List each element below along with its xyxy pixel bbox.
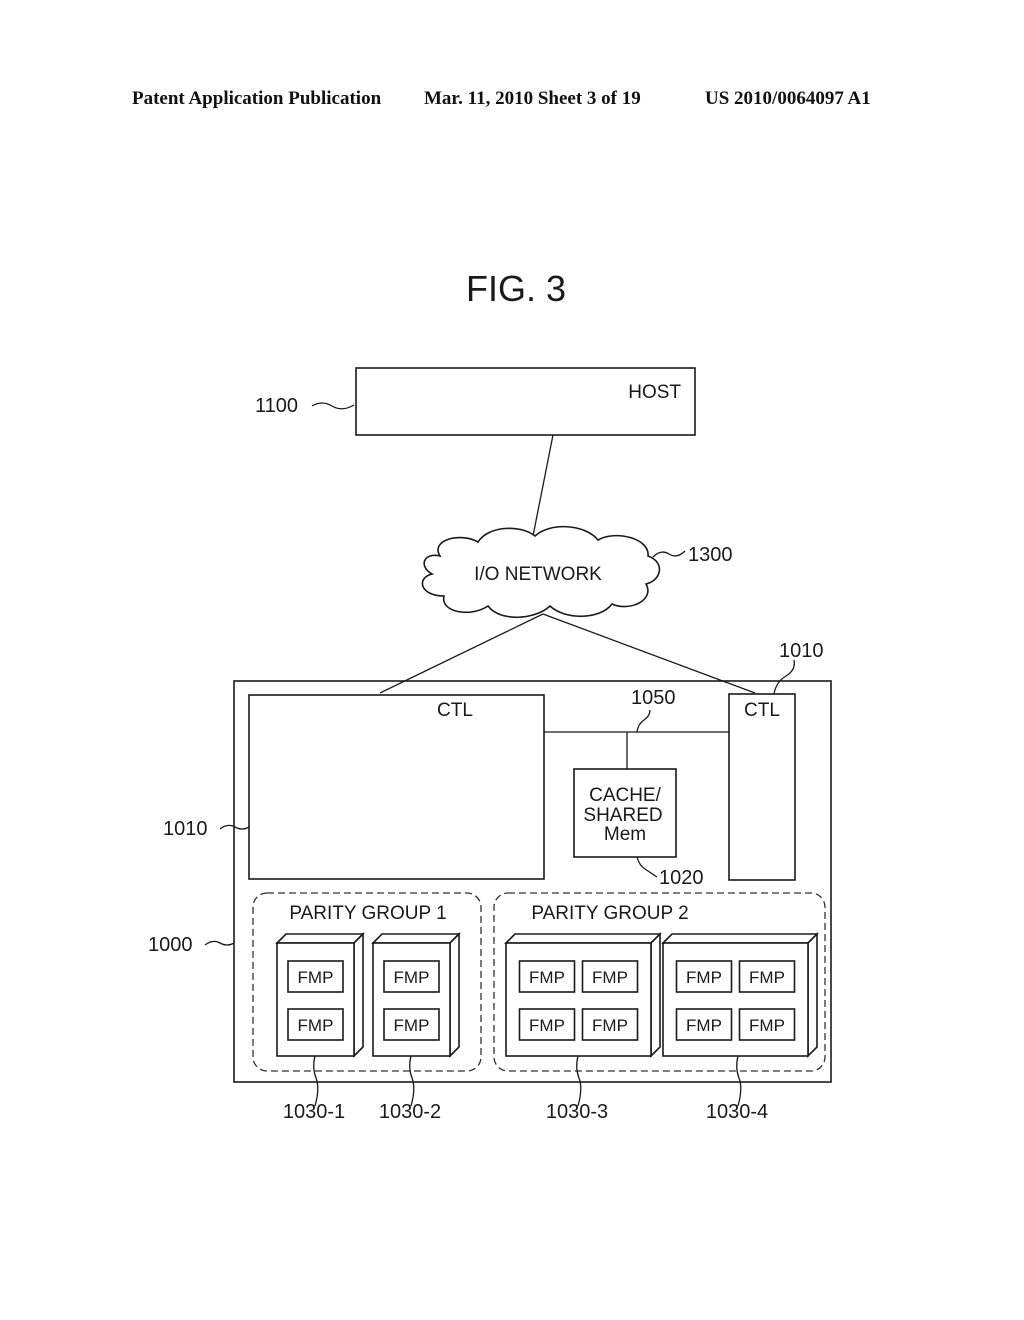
fmp-label: FMP — [592, 1016, 628, 1035]
controller-1-ref: 1010 — [163, 818, 208, 840]
fmp-label: FMP — [592, 968, 628, 987]
fmp-label: FMP — [686, 968, 722, 987]
cache-label-line-1: CACHE/ — [589, 785, 662, 806]
parity-group-1-label: PARITY GROUP 1 — [289, 903, 446, 924]
bus-ref: 1050 — [631, 687, 676, 709]
drive-4-ref: 1030-4 — [706, 1101, 768, 1123]
host-network-link — [532, 434, 554, 537]
cache-label-line-2: SHARED — [583, 805, 662, 826]
host-leader — [311, 402, 355, 410]
fmp-label: FMP — [686, 1016, 722, 1035]
figure-title: FIG. 3 — [466, 268, 566, 309]
drive-2-ref: 1030-2 — [379, 1101, 441, 1123]
drive-2: FMP FMP — [371, 932, 461, 1107]
drive-side-face — [449, 932, 460, 1058]
drive-leader — [313, 1055, 319, 1107]
bus-leader — [636, 709, 651, 733]
drive-1-ref: 1030-1 — [283, 1101, 345, 1123]
controller-1-label: CTL — [437, 700, 473, 721]
drive-side-face — [807, 932, 818, 1058]
drive-3-ref: 1030-3 — [546, 1101, 608, 1123]
drive-top-face — [661, 933, 819, 944]
drive-side-face — [650, 932, 661, 1058]
network-leader — [652, 550, 686, 558]
fmp-label: FMP — [298, 968, 334, 987]
fmp-label: FMP — [749, 1016, 785, 1035]
controller-1-box — [248, 694, 545, 880]
host-label: HOST — [628, 382, 681, 403]
drive-side-face — [353, 932, 364, 1058]
fmp-label: FMP — [529, 1016, 565, 1035]
host-ref: 1100 — [255, 395, 298, 417]
drive-leader — [409, 1055, 415, 1107]
fmp-label: FMP — [529, 968, 565, 987]
parity-group-2-label: PARITY GROUP 2 — [531, 903, 688, 924]
figure-diagram: FIG. 3 HOST 1100 I/O NETWORK 1300 1000 C… — [148, 268, 832, 1123]
drive-leader — [576, 1055, 582, 1107]
drive-3: FMP FMP FMP FMP — [504, 932, 662, 1107]
fmp-label: FMP — [749, 968, 785, 987]
cache-label-line-3: Mem — [604, 824, 646, 845]
network-ref: 1300 — [688, 544, 733, 566]
cache-leader — [636, 856, 658, 878]
network-label: I/O NETWORK — [474, 564, 602, 585]
drive-top-face — [275, 933, 365, 944]
drive-top-face — [371, 933, 461, 944]
controller-2-box — [728, 693, 796, 881]
drives-group: FMP FMP FMP FMP FMP FMP FMP FMP FMP FMP FMP FMP — [275, 932, 819, 1107]
fmp-label: FMP — [394, 968, 430, 987]
drive-4: FMP FMP FMP FMP — [661, 932, 819, 1107]
controller-2-ref: 1010 — [779, 640, 824, 662]
drive-leader — [736, 1055, 742, 1107]
fmp-label: FMP — [394, 1016, 430, 1035]
fmp-label: FMP — [298, 1016, 334, 1035]
controller-2-leader — [773, 659, 795, 695]
controller-2-label: CTL — [744, 700, 780, 721]
cache-ref: 1020 — [659, 867, 704, 889]
storage-ref: 1000 — [148, 934, 193, 956]
drive-top-face — [504, 933, 662, 944]
drive-1: FMP FMP — [275, 932, 365, 1107]
storage-leader — [204, 940, 235, 946]
